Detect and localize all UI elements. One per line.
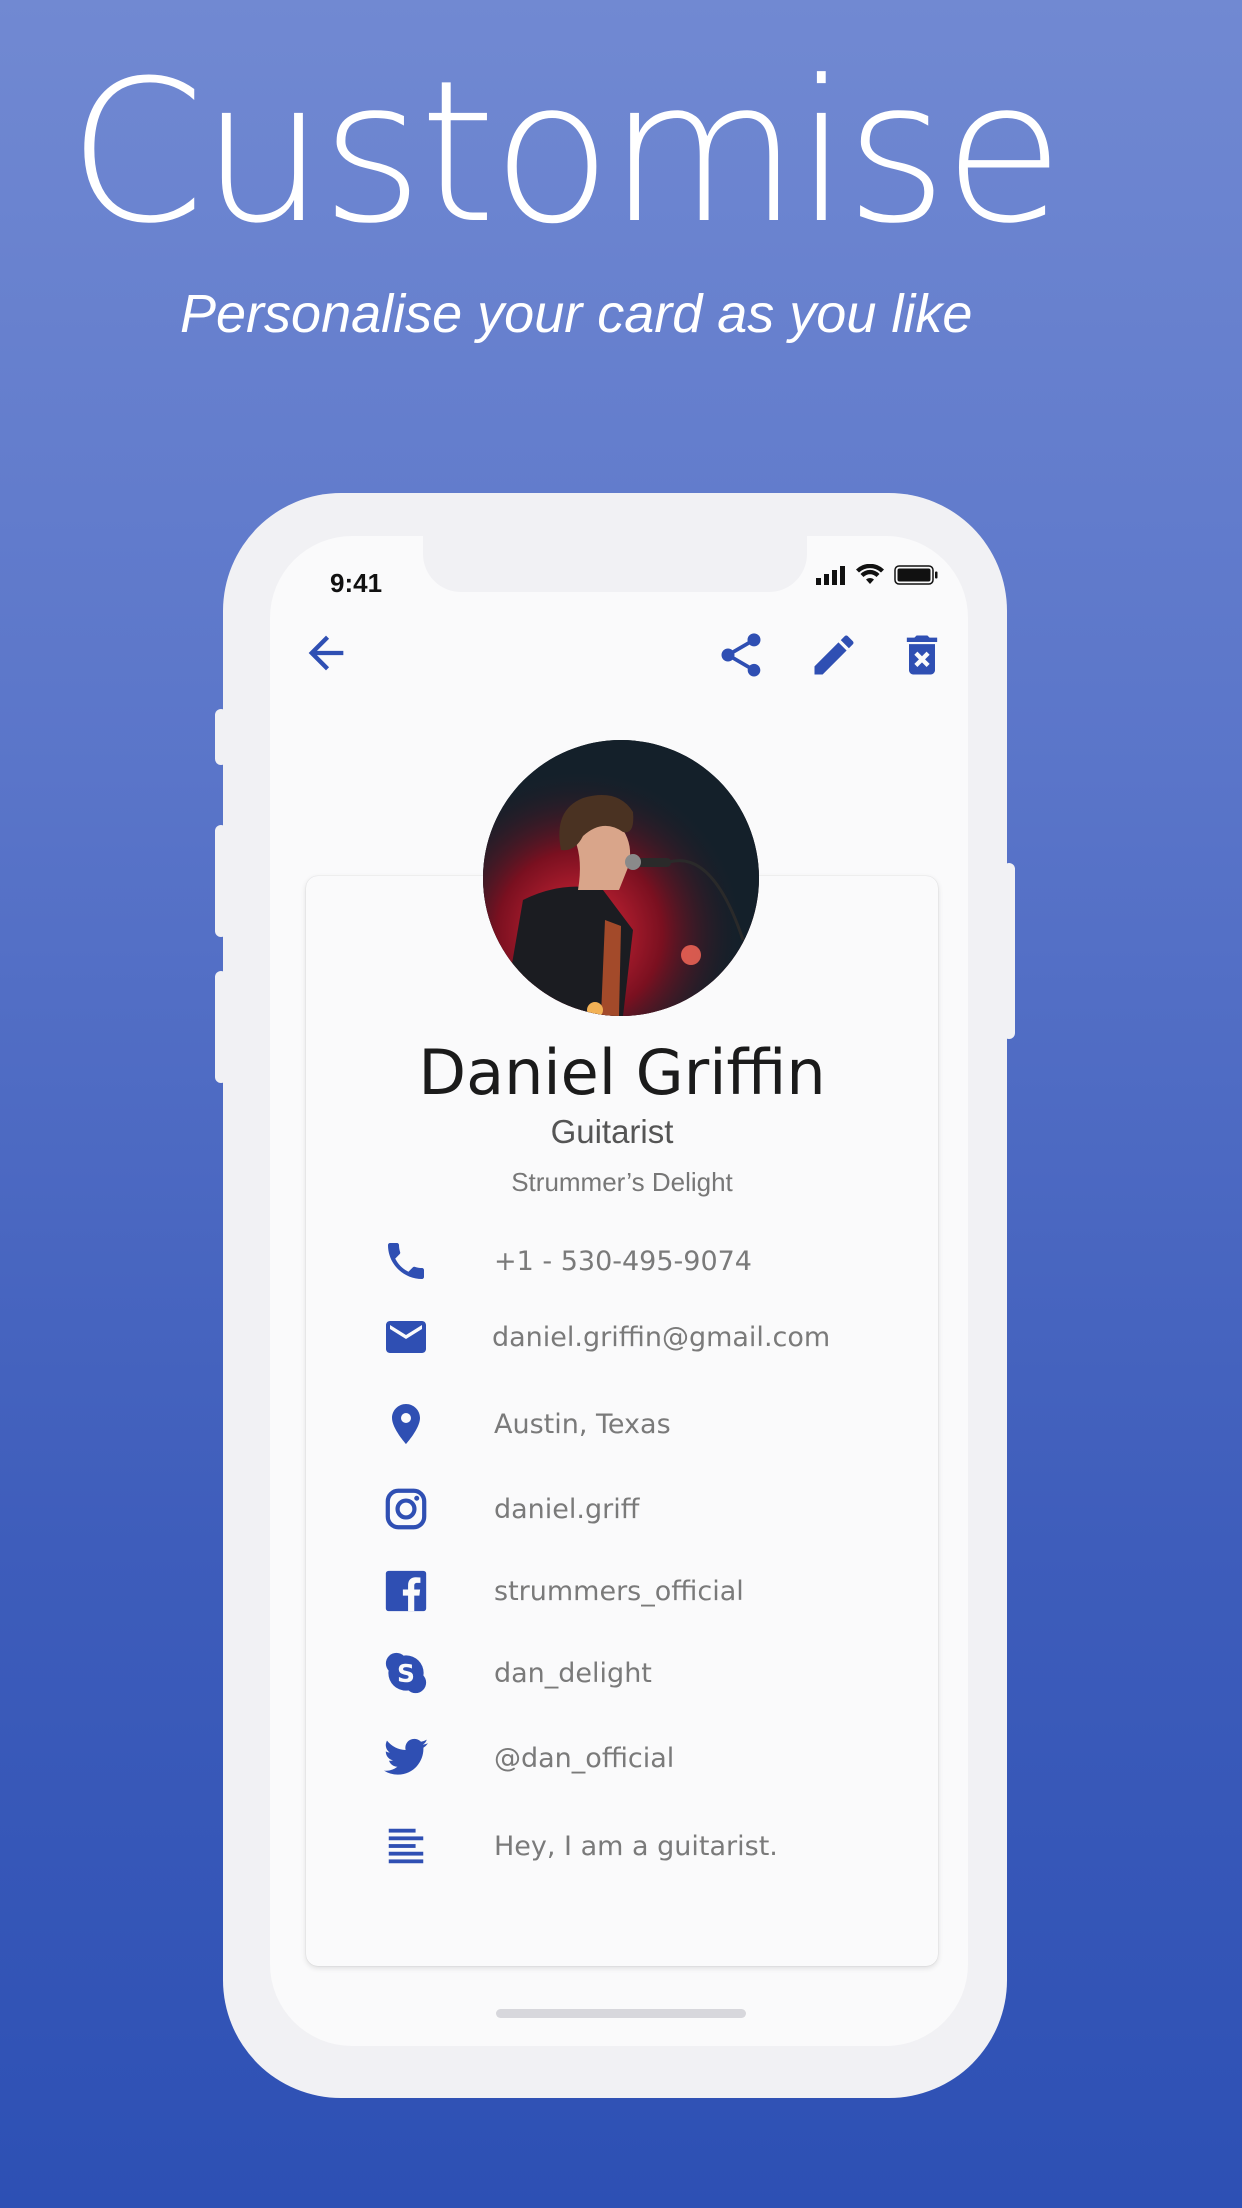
home-indicator[interactable] <box>496 2009 746 2018</box>
location-icon <box>392 1404 420 1444</box>
contact-card: Daniel Griffin Guitarist Strummer’s Deli… <box>306 876 938 1966</box>
contact-row-instagram[interactable]: daniel.griff <box>378 1479 639 1539</box>
contact-value: daniel.griffin@gmail.com <box>492 1321 831 1353</box>
contact-value: strummers_official <box>494 1575 744 1607</box>
contact-value: Austin, Texas <box>494 1408 671 1440</box>
contact-value: dan_delight <box>494 1657 652 1689</box>
power-button <box>1003 863 1015 1039</box>
phone-icon <box>388 1243 424 1279</box>
battery-icon <box>894 565 938 585</box>
arrow-back-icon <box>308 635 344 671</box>
phone-screen: 9:41 Daniel Griffin Guitarist Strummer’s… <box>270 536 968 2046</box>
hero-title: Customise <box>68 39 1064 267</box>
profile-title: Guitarist <box>550 1113 674 1150</box>
edit-icon <box>814 635 854 675</box>
contact-row-location[interactable]: Austin, Texas <box>378 1394 671 1454</box>
status-time: 9:41 <box>330 568 383 598</box>
avatar <box>483 740 759 1016</box>
contact-row-facebook[interactable]: strummers_official <box>378 1561 744 1621</box>
contact-row-email[interactable]: daniel.griffin@gmail.com <box>378 1307 830 1367</box>
delete-button[interactable] <box>892 625 952 685</box>
mute-switch <box>215 709 227 765</box>
edit-button[interactable] <box>804 625 864 685</box>
contact-row-notes[interactable]: Hey, I am a guitarist. <box>378 1816 778 1876</box>
contact-row-skype[interactable]: S dan_delight <box>378 1643 652 1703</box>
contact-value: daniel.griff <box>494 1493 640 1525</box>
share-icon <box>721 633 761 677</box>
facebook-icon <box>385 1570 427 1612</box>
contact-value: @dan_official <box>494 1742 675 1774</box>
profile-name: Daniel Griffin <box>418 1036 826 1109</box>
back-button[interactable] <box>296 623 356 683</box>
share-button[interactable] <box>711 625 771 685</box>
svg-text:S: S <box>397 1659 415 1688</box>
status-icons <box>816 564 938 586</box>
hero-subtitle: Personalise your card as you like <box>180 284 973 344</box>
instagram-icon <box>385 1488 427 1530</box>
wifi-icon <box>856 564 884 584</box>
avatar-photo <box>483 740 759 1016</box>
contact-row-phone[interactable]: +1 - 530-495-9074 <box>378 1231 752 1291</box>
profile-company: Strummer’s Delight <box>511 1167 733 1197</box>
notch <box>423 536 807 592</box>
signal-icon <box>816 566 845 585</box>
volume-up-button <box>215 825 227 937</box>
notes-icon <box>388 1828 424 1864</box>
email-icon <box>386 1321 426 1353</box>
twitter-icon <box>384 1738 428 1775</box>
skype-icon: S <box>385 1652 427 1694</box>
delete-icon <box>906 635 938 675</box>
contact-row-twitter[interactable]: @dan_official <box>378 1728 674 1788</box>
contact-value: Hey, I am a guitarist. <box>494 1830 778 1862</box>
contact-value: +1 - 530-495-9074 <box>494 1245 752 1277</box>
volume-down-button <box>215 971 227 1083</box>
phone-frame: 9:41 Daniel Griffin Guitarist Strummer’s… <box>215 493 1015 2098</box>
